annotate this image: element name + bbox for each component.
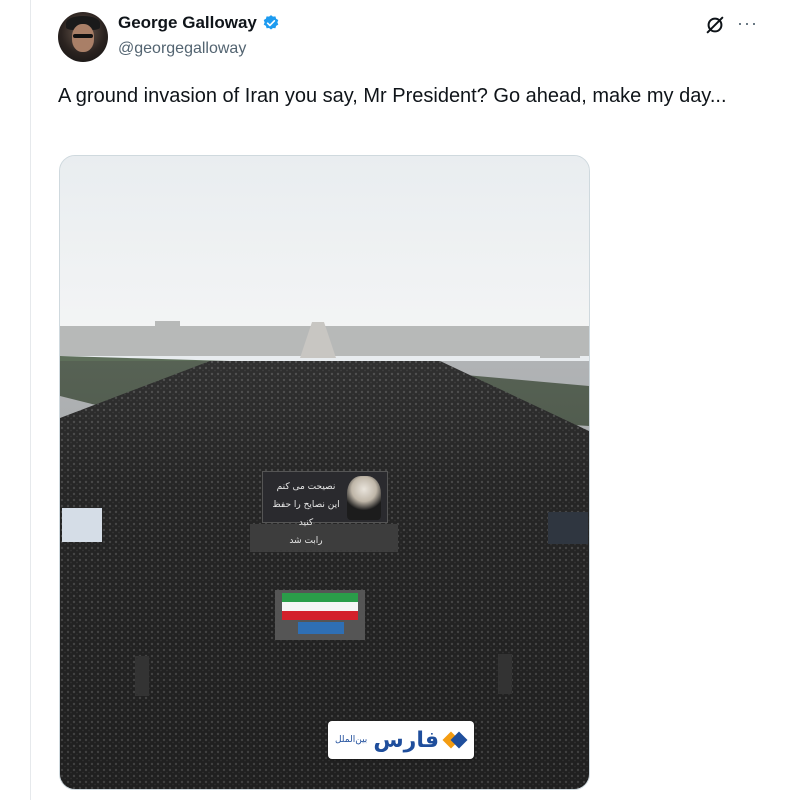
- avatar-face: [72, 24, 94, 52]
- banner-caption-line-1: نصيحت می کنم اين نصايح را حفظ کنيد: [272, 482, 340, 528]
- tweet-text: A ground invasion of Iran you say, Mr Pr…: [58, 85, 727, 107]
- fars-logo-icon: [442, 729, 468, 751]
- fars-news-watermark: بین‌الملل فارس: [328, 721, 474, 759]
- more-icon[interactable]: ···: [737, 14, 758, 32]
- banner-caption: نصيحت می کنم اين نصايح را حفظ کنيد رابت …: [271, 478, 341, 550]
- left-rail: [0, 0, 31, 800]
- author-name-row[interactable]: George Galloway: [118, 13, 280, 33]
- tweet-media-photo[interactable]: نصيحت می کنم اين نصايح را حفظ کنيد رابت …: [59, 155, 590, 790]
- avatar[interactable]: [58, 12, 108, 62]
- fars-watermark-sub: بین‌الملل: [334, 735, 368, 745]
- author-handle[interactable]: @georgegalloway: [118, 40, 246, 58]
- author-display-name[interactable]: George Galloway: [118, 13, 257, 33]
- page: George Galloway @georgegalloway ··· A gr…: [0, 0, 800, 800]
- fars-watermark-name: فارس: [373, 727, 440, 753]
- verified-badge-icon: [263, 15, 279, 30]
- leader-portrait-banner: نصيحت می کنم اين نصايح را حفظ کنيد رابت …: [262, 471, 388, 546]
- banner-caption-line-2: رابت شد: [289, 536, 323, 546]
- avatar-glasses: [73, 34, 93, 38]
- grok-icon[interactable]: [704, 14, 726, 36]
- banner-portrait: [347, 476, 381, 520]
- tweet[interactable]: George Galloway @georgegalloway ··· A gr…: [31, 0, 800, 800]
